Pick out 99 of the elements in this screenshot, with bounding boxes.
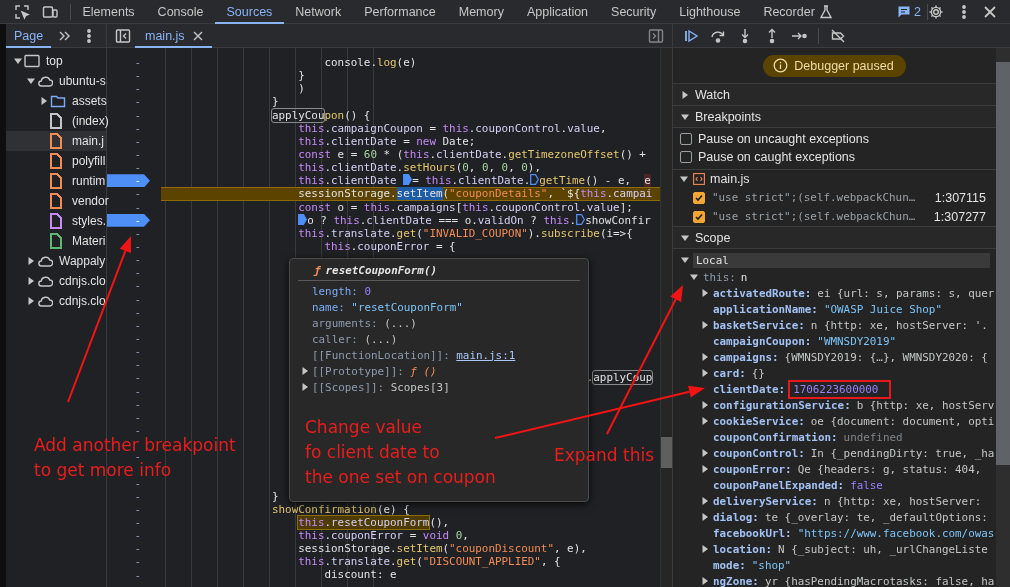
- option-label: Pause on uncaught exceptions: [698, 132, 869, 146]
- property-name: activatedRoute:: [713, 286, 812, 300]
- property-value: oe {document: document, opti: [810, 414, 995, 428]
- annotation-text: Change value: [305, 418, 423, 437]
- property-name: couponPanelExpanded:: [713, 478, 845, 492]
- code-text: sessionStorage.setItem("couponDiscount", e),: [298, 542, 587, 556]
- property-name: location:: [713, 542, 772, 556]
- property-value: 0: [364, 284, 372, 298]
- search-match: applyCou: [272, 108, 325, 122]
- annotation-text: Expand this: [554, 446, 654, 465]
- property-name: couponConfirmation:: [713, 430, 838, 444]
- function-title: ƒ resetCouponForm(): [298, 261, 580, 281]
- property-value: ei {url: s, params: s, quer: [817, 286, 995, 300]
- property-name: couponControl:: [713, 446, 805, 460]
- annotation-text: fo client date to: [305, 443, 441, 462]
- breakpoint-code: "use strict";(self.webpackChun…: [712, 191, 917, 204]
- code-text: console.log(e): [324, 56, 417, 69]
- property-value: (...): [384, 316, 417, 330]
- property-value: false: [850, 478, 883, 492]
- property-name: name:: [312, 300, 345, 314]
- property-value: undefined: [843, 430, 903, 444]
- code-text: this.clientDate.setHours(0, 0, 0, 0),: [298, 161, 541, 175]
- code-text: showConfir: [585, 213, 651, 227]
- property-value: "shop": [751, 558, 792, 572]
- code-text: this.translate.get("INVALID_COUPON").subscribe(i=>{: [298, 226, 633, 240]
- annotation-text: the one set on coupon: [305, 468, 496, 487]
- property-value: n {http: xe, hostServer:: [823, 494, 982, 508]
- code-text: }: [272, 95, 279, 109]
- property-name: arguments:: [312, 316, 378, 330]
- property-value: "https://www.facebook.com/owas: [797, 526, 995, 540]
- property-value: ƒ (): [410, 364, 437, 378]
- code-text: ): [298, 82, 305, 96]
- property-value: N {_subject: uh, _urlChangeListe: [778, 542, 988, 556]
- property-name: basketService:: [713, 318, 805, 332]
- inline-value: e: [644, 174, 651, 188]
- property-value: Scopes[3]: [390, 380, 450, 394]
- property-name: ngZone:: [713, 574, 759, 587]
- property-name: couponError:: [713, 462, 792, 476]
- code-text: sessionStorage.: [298, 187, 397, 201]
- annotation-text: to get more info: [34, 460, 173, 480]
- property-name: applicationName:: [713, 302, 818, 316]
- code-text: this.couponError = void 0,: [298, 529, 469, 543]
- code-text: = this.clientDate.: [412, 174, 531, 188]
- code-text: this.translate.get("DISCOUNT_APPLIED", {: [298, 555, 561, 569]
- property-value: (...): [364, 332, 398, 346]
- annotation-text: Add another breakpoint: [34, 435, 236, 455]
- code-text: this.clientDate: [298, 174, 398, 188]
- property-name: caller:: [312, 332, 358, 346]
- code-text: getTime() - e,: [539, 174, 633, 188]
- property-value: yr {hasPendingMacrotasks: false, ha: [764, 574, 995, 587]
- property-value: 1706223600000: [791, 382, 889, 396]
- property-name: cookieService:: [713, 414, 805, 428]
- property-name: campaignCoupon:: [713, 334, 812, 348]
- file-name: main.js: [710, 172, 750, 186]
- property-value: n: [740, 270, 748, 284]
- property-value: b {http: xe, hostServ: [856, 398, 995, 412]
- property-name: [[Scopes]]:: [312, 380, 385, 394]
- property-name: dialog:: [713, 510, 759, 524]
- code-text: ("couponDetails", `${this.campai: [442, 187, 653, 201]
- breakpoint-location: 1:307115: [934, 190, 986, 205]
- property-value: In {_pendingDirty: true, _ha: [810, 446, 995, 460]
- code-text: this.clientDate = new Date;: [298, 134, 476, 148]
- property-name: this:: [703, 270, 736, 284]
- breakpoint-location: 1:307277: [933, 209, 986, 224]
- selected-text: setItem: [396, 187, 443, 201]
- code-text: }: [272, 489, 279, 503]
- code-text: }: [298, 69, 305, 83]
- property-value: te {_overlay: te, _defaultOptions:: [764, 510, 988, 524]
- hover-highlight: this.resetCouponForm: [298, 515, 430, 529]
- code-text: const o = this.campaigns[this.couponControl.value];: [298, 200, 633, 214]
- property-name: length:: [312, 284, 358, 298]
- property-value: "OWASP Juice Shop": [823, 302, 942, 316]
- code-text: showConfirmation(e) {: [272, 502, 410, 516]
- property-name: facebookUrl:: [713, 526, 792, 540]
- property-name: mode:: [713, 558, 746, 572]
- code-text: pon() {: [324, 108, 371, 122]
- breakpoint-code: "use strict";(self.webpackChun…: [712, 210, 917, 223]
- property-name: configurationService:: [713, 398, 851, 412]
- property-value: "WMNSDY2019": [817, 334, 897, 348]
- banner-text: Debugger paused: [794, 58, 894, 73]
- property-value: n {http: xe, hostServer: '.: [810, 318, 988, 332]
- property-name: [[FunctionLocation]]:: [312, 348, 450, 362]
- property-name: campaigns:: [713, 350, 779, 364]
- property-value: {}: [751, 366, 765, 380]
- property-value: "resetCouponForm": [351, 300, 463, 314]
- property-name: deliveryService:: [713, 494, 818, 508]
- code-text: .: [586, 371, 594, 385]
- property-name: clientDate:: [713, 382, 786, 396]
- code-text: this.couponError = {: [324, 239, 456, 253]
- property-name: [[Prototype]]:: [312, 364, 404, 378]
- code-text: discount: e: [324, 568, 397, 582]
- code-text: o ? this.clientDate === o.validOn ? this.: [307, 213, 577, 227]
- option-label: Pause on caught exceptions: [698, 150, 856, 164]
- code-text: (),: [429, 515, 450, 529]
- code-text: const e = 60 * (this.clientDate.getTimezoneOffset() +: [298, 148, 646, 161]
- property-value: Qe {headers: g, status: 404,: [797, 462, 982, 476]
- property-name: card:: [713, 366, 746, 380]
- property-value: {WMNSDY2019: {…}, WMNSDY2020: {: [784, 350, 988, 364]
- code-text: this.campaignCoupon = this.couponControl.value,: [298, 121, 607, 135]
